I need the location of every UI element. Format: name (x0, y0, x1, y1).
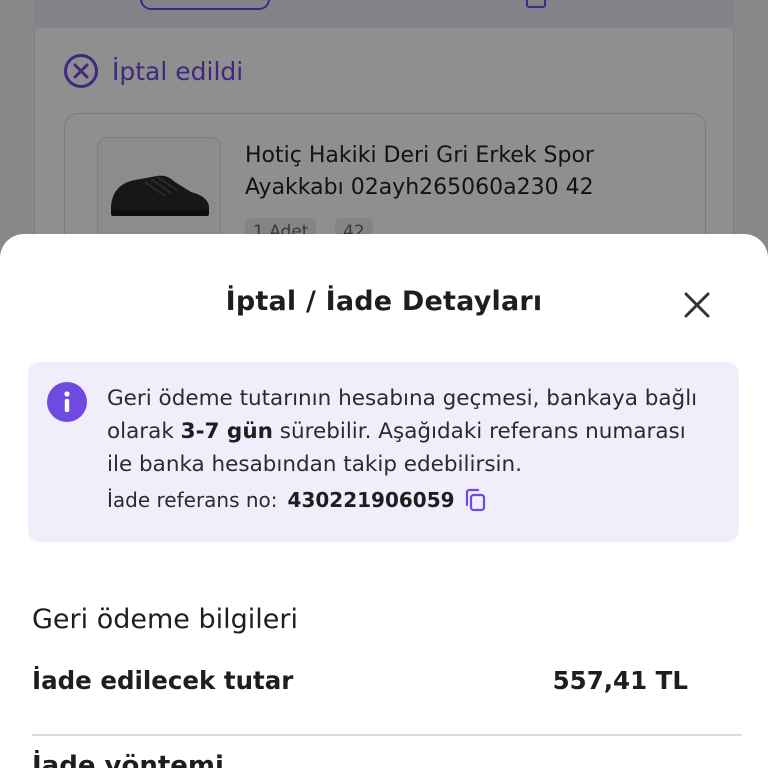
refund-details-sheet: İptal / İade Detayları Geri ödeme tutarı… (0, 234, 768, 768)
refund-section-title: Geri ödeme bilgileri (32, 604, 298, 635)
refund-amount-row: İade edilecek tutar 557,41 TL (32, 666, 688, 695)
reference-number[interactable]: 430221906059 (288, 488, 455, 512)
refund-method-label: İade yöntemi (32, 751, 224, 768)
reference-row: İade referans no: 430221906059 (107, 487, 489, 513)
refund-info-box: Geri ödeme tutarının hesabına geçmesi, b… (28, 362, 739, 542)
sheet-title: İptal / İade Detayları (225, 286, 543, 317)
refund-info-text: Geri ödeme tutarının hesabına geçmesi, b… (107, 382, 707, 481)
copy-icon[interactable] (463, 487, 489, 513)
refund-duration: 3-7 gün (180, 419, 273, 444)
screen: İptal edildi Hotiç Hakiki Deri Gri Erkek… (0, 0, 768, 768)
refund-amount-value: 557,41 TL (552, 666, 688, 695)
refund-amount-label: İade edilecek tutar (32, 666, 294, 695)
close-button[interactable] (678, 286, 716, 324)
reference-label: İade referans no: (107, 488, 278, 512)
close-icon (684, 292, 710, 318)
divider (32, 734, 742, 736)
info-icon (47, 382, 87, 422)
